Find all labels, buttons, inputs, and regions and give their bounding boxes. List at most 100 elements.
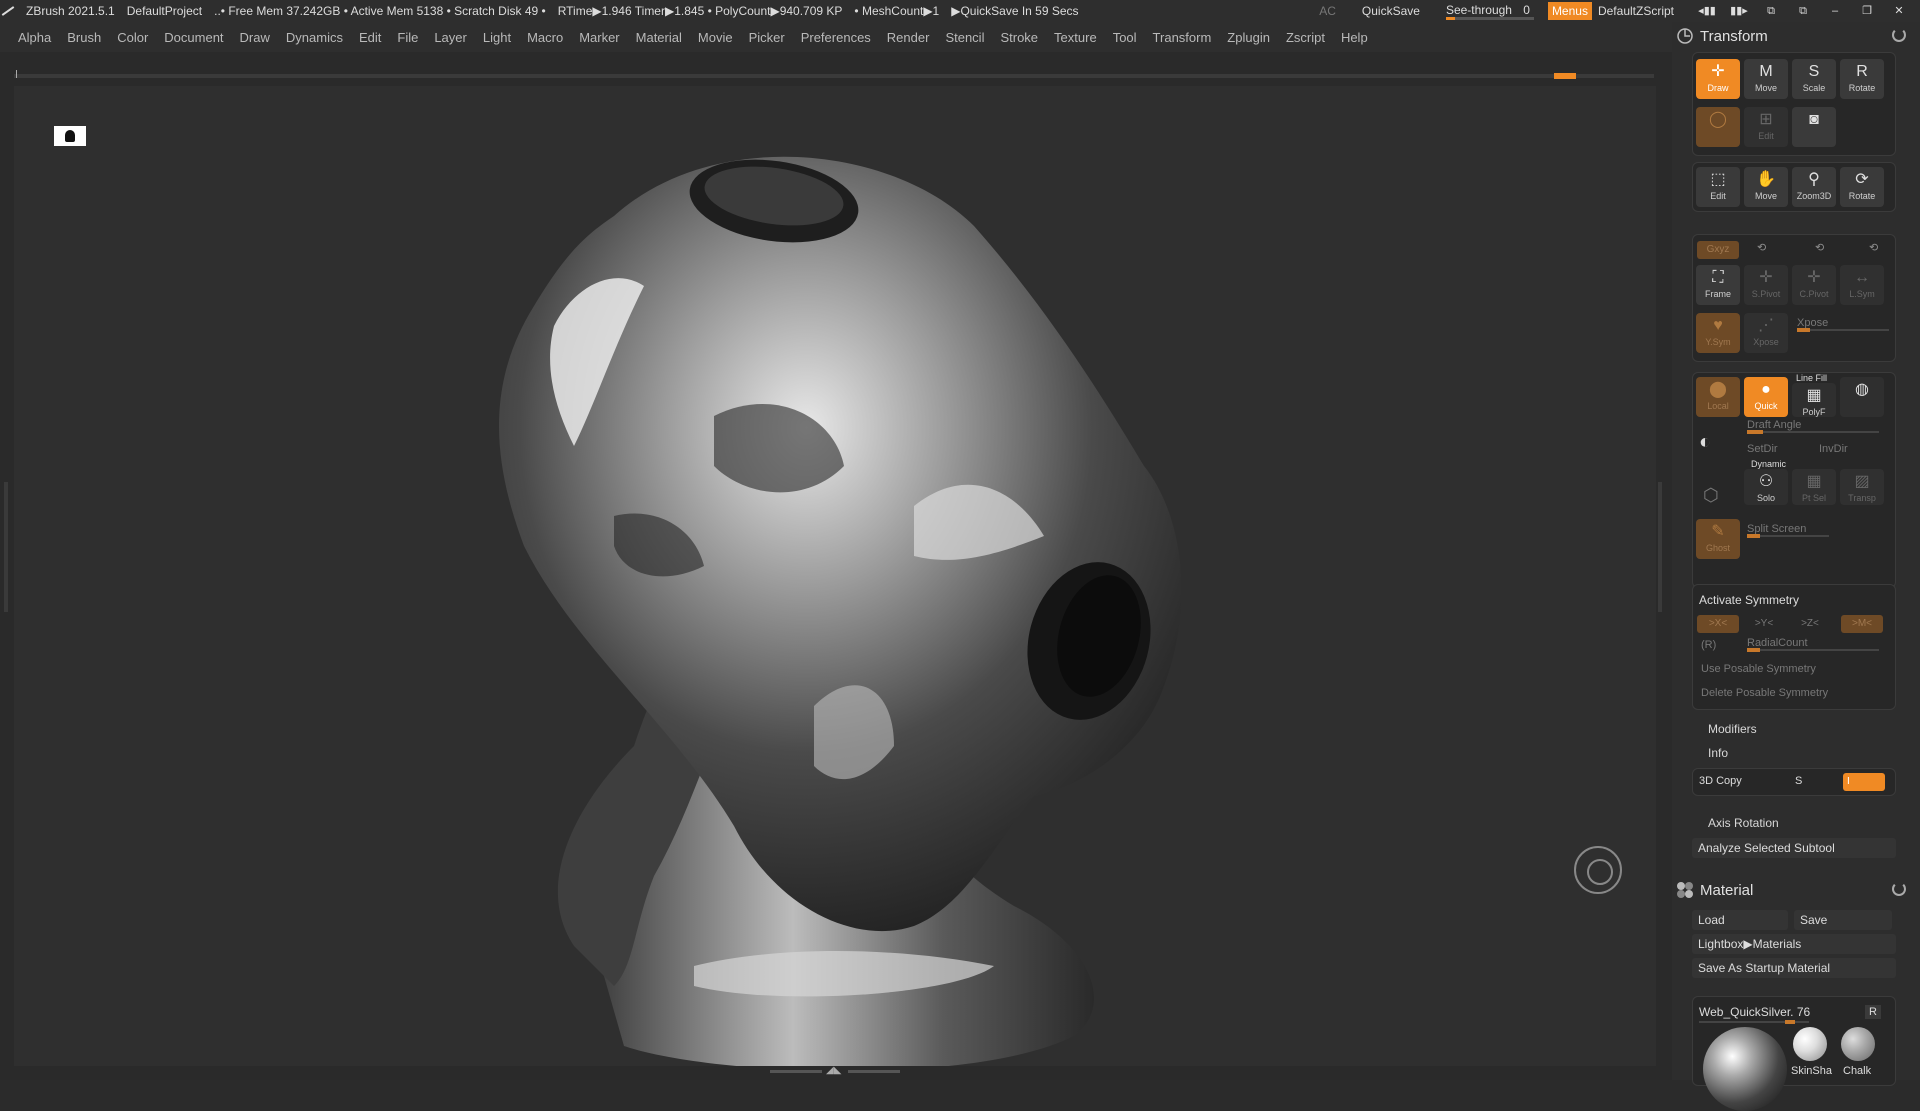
layout-right-icon[interactable]: ▮▮▸ (1728, 4, 1750, 18)
ptsel-button[interactable]: ▦ Pt Sel (1792, 469, 1836, 505)
ghost-button[interactable]: ✎ Ghost (1696, 519, 1740, 559)
skinshade-material-thumb[interactable] (1793, 1027, 1827, 1061)
menu-draw[interactable]: Draw (240, 30, 270, 45)
solo-button[interactable]: ⚇ Solo (1744, 469, 1788, 505)
activate-symmetry-button[interactable]: Activate Symmetry (1699, 593, 1799, 607)
menu-material[interactable]: Material (636, 30, 682, 45)
menu-file[interactable]: File (397, 30, 418, 45)
axis-rotation-subpalette[interactable]: Axis Rotation (1708, 816, 1779, 830)
default-zscript-button[interactable]: DefaultZScript (1598, 4, 1674, 18)
copy3d-button[interactable]: 3D Copy (1699, 775, 1742, 787)
window-tile-icon[interactable]: ⧉ (1760, 4, 1782, 18)
modifiers-subpalette[interactable]: Modifiers (1708, 722, 1757, 736)
transform-header[interactable]: Transform (1672, 22, 1920, 50)
lsym-button[interactable]: ↔ L.Sym (1840, 265, 1884, 305)
snapshot-button[interactable]: ◙ (1792, 107, 1836, 147)
rotate-z-icon[interactable]: ⟲ (1869, 241, 1878, 254)
sym-m-button[interactable]: >M< (1841, 615, 1883, 633)
menu-tool[interactable]: Tool (1113, 30, 1137, 45)
draw-mode-button[interactable]: ✛ Draw (1696, 59, 1740, 99)
material-reset-icon[interactable] (1892, 882, 1906, 896)
rotate-mode-button[interactable]: R Rotate (1840, 59, 1884, 99)
delete-posable-symmetry-button[interactable]: Delete Posable Symmetry (1701, 687, 1828, 699)
bottom-tray-handle[interactable]: ◢◣ (770, 1066, 900, 1076)
current-material-label[interactable]: Web_QuickSilver. 76 (1699, 1005, 1810, 1019)
cpivot-button[interactable]: ✛ C.Pivot (1792, 265, 1836, 305)
radial-count-slider[interactable]: RadialCount (1747, 637, 1879, 652)
copy3d-i-field[interactable]: I (1843, 773, 1885, 791)
edit-button[interactable]: ⬚ Edit (1696, 167, 1740, 207)
minimize-icon[interactable]: – (1824, 4, 1846, 18)
material-save-button[interactable]: Save (1794, 910, 1892, 930)
quicksave-button[interactable]: QuickSave (1362, 4, 1420, 18)
menu-stencil[interactable]: Stencil (945, 30, 984, 45)
menu-edit[interactable]: Edit (359, 30, 381, 45)
menu-dynamics[interactable]: Dynamics (286, 30, 343, 45)
scale-mode-button[interactable]: S Scale (1792, 59, 1836, 99)
menus-button[interactable]: Menus (1547, 2, 1592, 20)
sculpt-model[interactable] (14, 86, 1656, 1066)
menu-picker[interactable]: Picker (749, 30, 785, 45)
project-name[interactable]: DefaultProject (127, 4, 202, 18)
edit-dim-button[interactable]: ⊞ Edit (1744, 107, 1788, 147)
gxyz-button[interactable]: Gxyz (1697, 241, 1739, 259)
timeline-marker[interactable] (1554, 73, 1576, 79)
info-subpalette[interactable]: Info (1708, 746, 1728, 760)
window-cascade-icon[interactable]: ⧉ (1792, 4, 1814, 18)
current-material-thumb[interactable] (1703, 1027, 1787, 1111)
menu-macro[interactable]: Macro (527, 30, 563, 45)
ac-button[interactable]: AC (1319, 4, 1336, 18)
material-slider-track[interactable] (1699, 1020, 1809, 1024)
quick-button[interactable]: ● Quick (1744, 377, 1788, 417)
draft-angle-slider[interactable]: Draft Angle (1747, 419, 1879, 434)
invdir-button[interactable]: InvDir (1819, 443, 1848, 455)
use-posable-symmetry-button[interactable]: Use Posable Symmetry (1701, 663, 1816, 675)
move-view-button[interactable]: ✋ Move (1744, 167, 1788, 207)
xpose-slider[interactable]: Xpose (1797, 317, 1889, 332)
radial-r-button[interactable]: (R) (1701, 639, 1716, 651)
menu-zscript[interactable]: Zscript (1286, 30, 1325, 45)
spivot-button[interactable]: ✛ S.Pivot (1744, 265, 1788, 305)
menu-color[interactable]: Color (117, 30, 148, 45)
menu-render[interactable]: Render (887, 30, 930, 45)
xpose-button[interactable]: ⋰ Xpose (1744, 313, 1788, 353)
cube-icon[interactable]: ⬡ (1703, 485, 1719, 506)
frame-button[interactable]: ⛶ Frame (1696, 265, 1740, 305)
rotate-y-icon[interactable]: ⟲ (1815, 241, 1824, 254)
menu-preferences[interactable]: Preferences (801, 30, 871, 45)
menu-transform[interactable]: Transform (1153, 30, 1212, 45)
left-tray-handle[interactable] (4, 482, 8, 612)
sym-z-button[interactable]: >Z< (1789, 615, 1831, 633)
material-r-button[interactable]: R (1865, 1005, 1881, 1019)
chalk-material-thumb[interactable] (1841, 1027, 1875, 1061)
right-tray-handle[interactable] (1658, 482, 1662, 612)
copy3d-s-button[interactable]: S (1795, 775, 1802, 787)
local-button[interactable]: ⬤ Local (1696, 377, 1740, 417)
contrast-icon[interactable]: ◐ (1699, 431, 1711, 454)
maximize-icon[interactable]: ❐ (1856, 4, 1878, 18)
sym-x-button[interactable]: >X< (1697, 615, 1739, 633)
split-screen-slider[interactable]: Split Screen (1747, 523, 1829, 538)
close-icon[interactable]: ✕ (1888, 4, 1910, 18)
polyf-button[interactable]: ▦ PolyF (1792, 383, 1836, 417)
lightbox-materials-button[interactable]: Lightbox▶Materials (1692, 934, 1896, 954)
material-load-button[interactable]: Load (1692, 910, 1788, 930)
gizmo-toggle-button[interactable]: ◯ (1696, 107, 1740, 147)
layout-left-icon[interactable]: ◂▮▮ (1696, 4, 1718, 18)
zoom3d-button[interactable]: ⚲ Zoom3D (1792, 167, 1836, 207)
menu-marker[interactable]: Marker (579, 30, 619, 45)
3d-viewport[interactable] (14, 86, 1656, 1066)
save-startup-material-button[interactable]: Save As Startup Material (1692, 958, 1896, 978)
setdir-button[interactable]: SetDir (1747, 443, 1778, 455)
reset-icon[interactable] (1892, 28, 1906, 42)
timeline-ruler[interactable] (14, 70, 1654, 79)
transp-button[interactable]: ▨ Transp (1840, 469, 1884, 505)
transp-sphere-button[interactable]: ◍ (1840, 377, 1884, 417)
menu-layer[interactable]: Layer (434, 30, 467, 45)
menu-zplugin[interactable]: Zplugin (1227, 30, 1270, 45)
ysym-button[interactable]: ♥ Y.Sym (1696, 313, 1740, 353)
rotate-x-icon[interactable]: ⟲ (1757, 241, 1766, 254)
sym-y-button[interactable]: >Y< (1743, 615, 1785, 633)
seethrough-slider[interactable]: See-through 0 (1445, 2, 1534, 20)
menu-movie[interactable]: Movie (698, 30, 733, 45)
